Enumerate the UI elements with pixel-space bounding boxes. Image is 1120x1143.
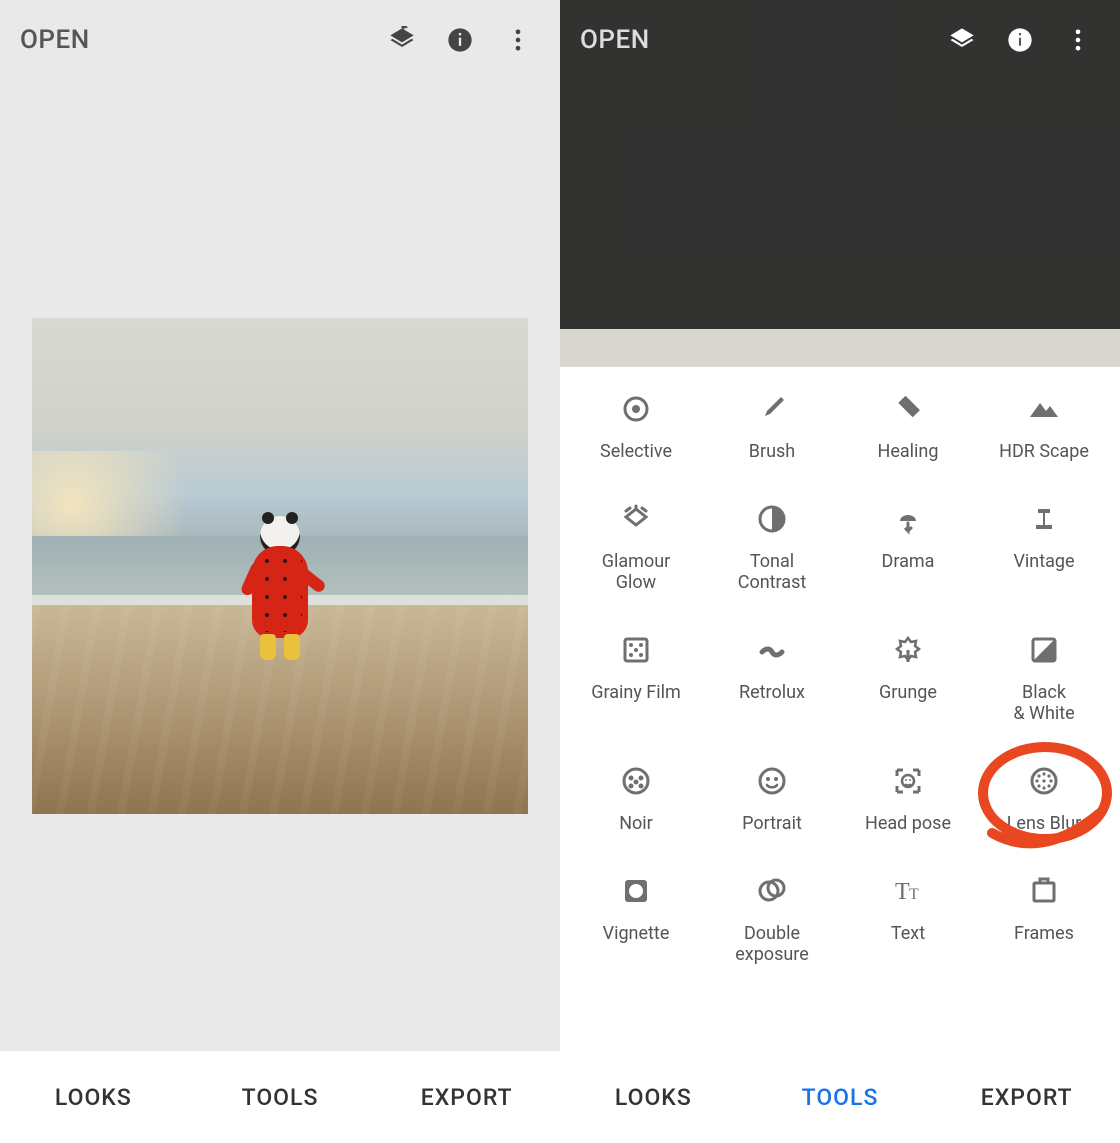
screen-right: OPEN Selective Brush Healing HDR Scape Glamo… [560, 0, 1120, 1143]
tool-portrait[interactable]: Portrait [704, 757, 840, 839]
tool-label: Grunge [879, 682, 937, 704]
text-icon [888, 871, 928, 911]
more-icon[interactable] [496, 18, 540, 62]
tab-tools[interactable]: TOOLS [747, 1051, 934, 1143]
tool-text[interactable]: Text [840, 867, 976, 970]
layers-icon[interactable] [940, 18, 984, 62]
more-icon[interactable] [1056, 18, 1100, 62]
screen-left: OPEN LOOKS TOOLS [0, 0, 560, 1143]
open-button[interactable]: OPEN [580, 25, 650, 55]
tool-glamour-glow[interactable]: Glamour Glow [568, 495, 704, 598]
tool-label: Glamour Glow [602, 551, 671, 594]
frames-icon [1024, 871, 1064, 911]
vintage-icon [1024, 499, 1064, 539]
tool-label: Brush [749, 441, 795, 463]
tool-label: Retrolux [739, 682, 805, 704]
tab-looks[interactable]: LOOKS [560, 1051, 747, 1143]
tool-label: Healing [878, 441, 939, 463]
tool-tonal-contrast[interactable]: Tonal Contrast [704, 495, 840, 598]
tool-hdr-scape[interactable]: HDR Scape [976, 385, 1112, 467]
lensblur-icon [1024, 761, 1064, 801]
tool-label: Vignette [603, 923, 670, 945]
tool-grunge[interactable]: Grunge [840, 626, 976, 729]
tools-panel: Selective Brush Healing HDR Scape Glamour Gl… [560, 367, 1120, 1051]
drama-icon [888, 499, 928, 539]
tool-black-white[interactable]: Black & White [976, 626, 1112, 729]
headpose-icon [888, 761, 928, 801]
tool-label: Selective [600, 441, 672, 463]
info-icon[interactable] [998, 18, 1042, 62]
tool-label: Double exposure [735, 923, 809, 966]
retrolux-icon [752, 630, 792, 670]
bottom-tabs: LOOKS TOOLS EXPORT [560, 1051, 1120, 1143]
tab-tools[interactable]: TOOLS [187, 1051, 374, 1143]
tool-grainy-film[interactable]: Grainy Film [568, 626, 704, 729]
healing-icon [888, 389, 928, 429]
tool-head-pose[interactable]: Head pose [840, 757, 976, 839]
info-icon[interactable] [438, 18, 482, 62]
tool-double-exposure[interactable]: Double exposure [704, 867, 840, 970]
top-bar: OPEN [0, 0, 560, 80]
tab-looks[interactable]: LOOKS [0, 1051, 187, 1143]
tool-label: Text [891, 923, 925, 945]
tool-selective[interactable]: Selective [568, 385, 704, 467]
image-canvas[interactable] [0, 80, 560, 1051]
grainy-icon [616, 630, 656, 670]
tool-vintage[interactable]: Vintage [976, 495, 1112, 598]
tool-lens-blur[interactable]: Lens Blur [976, 757, 1112, 839]
double-icon [752, 871, 792, 911]
tool-grid: Selective Brush Healing HDR Scape Glamour Gl… [560, 385, 1120, 970]
tab-export[interactable]: EXPORT [373, 1051, 560, 1143]
tool-healing[interactable]: Healing [840, 385, 976, 467]
tab-export[interactable]: EXPORT [933, 1051, 1120, 1143]
tool-retrolux[interactable]: Retrolux [704, 626, 840, 729]
tool-label: Head pose [865, 813, 951, 835]
tool-label: Drama [882, 551, 935, 573]
tool-label: Frames [1014, 923, 1074, 945]
tool-label: Portrait [742, 813, 802, 835]
tonal-icon [752, 499, 792, 539]
open-button[interactable]: OPEN [20, 25, 90, 55]
grunge-icon [888, 630, 928, 670]
portrait-icon [752, 761, 792, 801]
selective-icon [616, 389, 656, 429]
tool-label: Grainy Film [591, 682, 681, 704]
glamour-icon [616, 499, 656, 539]
tool-label: Lens Blur [1007, 813, 1082, 835]
tool-label: Vintage [1013, 551, 1074, 573]
tool-label: Noir [619, 813, 653, 835]
tool-label: Black & White [1013, 682, 1074, 725]
tool-noir[interactable]: Noir [568, 757, 704, 839]
tool-brush[interactable]: Brush [704, 385, 840, 467]
hdr-icon [1024, 389, 1064, 429]
layers-icon[interactable] [380, 18, 424, 62]
tool-drama[interactable]: Drama [840, 495, 976, 598]
tool-vignette[interactable]: Vignette [568, 867, 704, 970]
brush-icon [752, 389, 792, 429]
photo-preview [32, 318, 528, 814]
noir-icon [616, 761, 656, 801]
tool-label: HDR Scape [999, 441, 1089, 463]
dimmed-background: OPEN [560, 0, 1120, 367]
bw-icon [1024, 630, 1064, 670]
bottom-tabs: LOOKS TOOLS EXPORT [0, 1051, 560, 1143]
tool-label: Tonal Contrast [738, 551, 807, 594]
vignette-icon [616, 871, 656, 911]
tool-frames[interactable]: Frames [976, 867, 1112, 970]
